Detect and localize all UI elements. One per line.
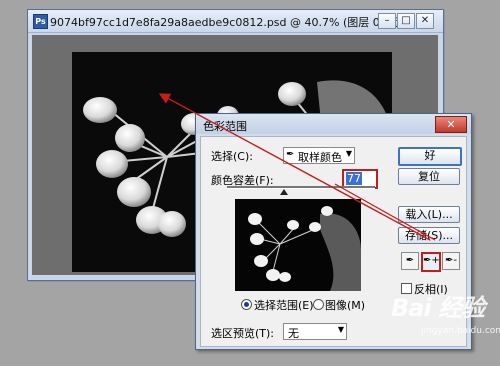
dialog-titlebar[interactable]: 色彩范围 ✕ — [196, 114, 471, 134]
radio-selection-label: 选择范围(E) — [254, 299, 314, 312]
fuzziness-value: 77 — [346, 172, 362, 185]
preview-label: 选区预览(T): — [211, 327, 275, 340]
eyedropper-minus-icon[interactable]: ✒- — [442, 252, 460, 270]
baidu-watermark: Bai 经验 jingyan.baidu.com — [391, 288, 500, 348]
maximize-button[interactable]: □ — [397, 13, 415, 29]
minimize-button[interactable]: – — [378, 13, 396, 29]
load-button[interactable]: 载入(L)... — [398, 206, 460, 223]
radio-selection[interactable] — [241, 299, 252, 310]
document-titlebar[interactable]: Ps 9074bf97cc1d7e8fa29a8aedbe9c0812.psd … — [28, 10, 443, 33]
save-button[interactable]: 存储(S)... — [398, 227, 460, 244]
eyedropper-icon: ✒ — [286, 149, 295, 160]
ok-button[interactable]: 好 — [398, 147, 462, 166]
fuzziness-slider-thumb[interactable] — [279, 189, 288, 195]
radio-image[interactable] — [313, 299, 324, 310]
preview-value: 无 — [288, 327, 299, 340]
chevron-down-icon: ▼ — [337, 325, 344, 334]
selection-preview[interactable] — [235, 199, 361, 291]
dialog-title: 色彩范围 — [203, 120, 247, 133]
select-dropdown[interactable]: ✒ 取样颜色 ▼ — [283, 147, 355, 164]
watermark-brand: Bai 经验 — [391, 294, 485, 322]
watermark-url: jingyan.baidu.com — [421, 326, 500, 336]
fuzziness-slider[interactable] — [227, 186, 375, 189]
close-button[interactable]: ✕ — [416, 13, 434, 29]
eyedropper-plus-icon[interactable]: ✒+ — [421, 252, 441, 272]
photoshop-icon: Ps — [33, 14, 48, 29]
dialog-close-button[interactable]: ✕ — [435, 116, 467, 133]
chevron-down-icon: ▼ — [345, 149, 352, 158]
reset-button[interactable]: 复位 — [398, 168, 460, 185]
document-title: 9074bf97cc1d7e8fa29a8aedbe9c0812.psd @ 4… — [50, 16, 403, 29]
select-label: 选择(C): — [211, 150, 253, 163]
preview-dropdown[interactable]: 无 ▼ — [283, 323, 347, 340]
radio-image-label: 图像(M) — [325, 299, 366, 312]
eyedropper-icon[interactable]: ✒ — [401, 252, 419, 270]
select-value: 取样颜色 — [298, 151, 342, 164]
